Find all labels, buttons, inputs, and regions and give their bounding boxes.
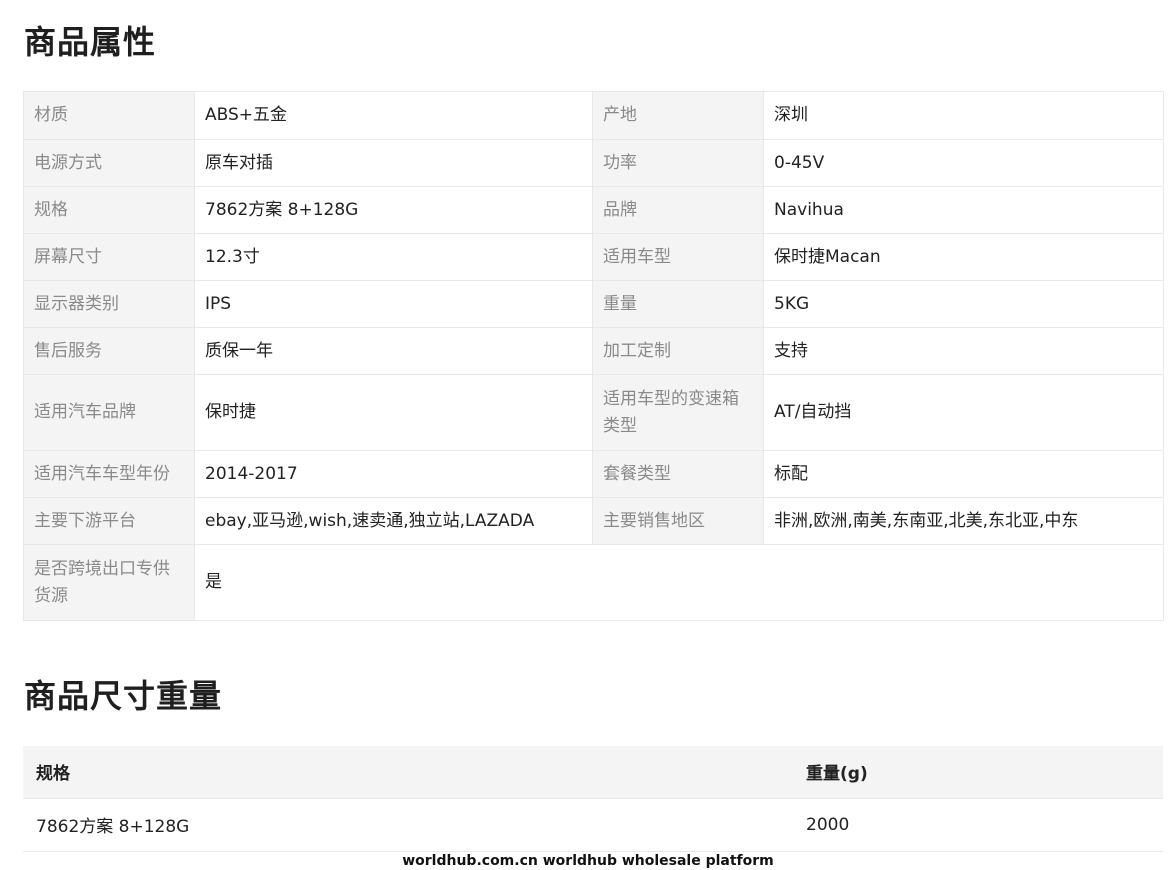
attr-key: 适用汽车车型年份 xyxy=(23,450,195,498)
attr-value: AT/自动挡 xyxy=(763,374,1164,451)
attr-key: 电源方式 xyxy=(23,139,195,187)
attr-key: 材质 xyxy=(23,91,195,140)
attr-value: 5KG xyxy=(763,280,1164,328)
attributes-title: 商品属性 xyxy=(24,23,157,61)
size-weight-table: 规格 重量(g) 7862方案 8+128G 2000 xyxy=(23,746,1163,852)
footer-watermark: worldhub.com.cn worldhub wholesale platf… xyxy=(402,853,774,869)
attr-value: Navihua xyxy=(763,186,1164,234)
attr-key: 规格 xyxy=(23,186,195,234)
attr-value: 保时捷Macan xyxy=(763,233,1164,281)
attr-key: 主要下游平台 xyxy=(23,497,195,545)
attr-value: 原车对插 xyxy=(194,139,593,187)
attr-key: 适用车型 xyxy=(592,233,764,281)
attr-key: 是否跨境出口专供货源 xyxy=(23,544,195,621)
attr-key: 品牌 xyxy=(592,186,764,234)
attr-key: 适用汽车品牌 xyxy=(23,374,195,451)
attr-key: 功率 xyxy=(592,139,764,187)
attr-value: ebay,亚马逊,wish,速卖通,独立站,LAZADA xyxy=(194,497,593,545)
attr-value: 2014-2017 xyxy=(194,450,593,498)
attr-value: 支持 xyxy=(763,327,1164,375)
attr-key: 产地 xyxy=(592,91,764,140)
attr-value: 是 xyxy=(194,544,1164,621)
attr-value: 质保一年 xyxy=(194,327,593,375)
table-row: 规格 7862方案 8+128G 品牌 Navihua xyxy=(23,186,1164,234)
attr-value: 12.3寸 xyxy=(194,233,593,281)
table-row: 售后服务 质保一年 加工定制 支持 xyxy=(23,327,1164,375)
attr-key: 主要销售地区 xyxy=(592,497,764,545)
attr-value: 7862方案 8+128G xyxy=(194,186,593,234)
spec-cell: 7862方案 8+128G xyxy=(23,798,793,852)
attr-key: 适用车型的变速箱类型 xyxy=(592,374,764,451)
attr-key: 加工定制 xyxy=(592,327,764,375)
attr-value: 深圳 xyxy=(763,91,1164,140)
weight-cell: 2000 xyxy=(793,798,1163,852)
column-header-weight: 重量(g) xyxy=(793,746,1163,799)
table-row: 7862方案 8+128G 2000 xyxy=(23,798,1163,852)
attr-key: 售后服务 xyxy=(23,327,195,375)
table-header-row: 规格 重量(g) xyxy=(23,746,1163,799)
table-row: 显示器类别 IPS 重量 5KG xyxy=(23,280,1164,328)
column-header-spec: 规格 xyxy=(23,746,793,799)
attr-value: 0-45V xyxy=(763,139,1164,187)
attr-value: ABS+五金 xyxy=(194,91,593,140)
attr-key: 套餐类型 xyxy=(592,450,764,498)
attr-value: IPS xyxy=(194,280,593,328)
attr-key: 屏幕尺寸 xyxy=(23,233,195,281)
size-weight-title: 商品尺寸重量 xyxy=(24,677,223,715)
table-row: 主要下游平台 ebay,亚马逊,wish,速卖通,独立站,LAZADA 主要销售… xyxy=(23,497,1164,545)
table-row: 屏幕尺寸 12.3寸 适用车型 保时捷Macan xyxy=(23,233,1164,281)
attr-value: 保时捷 xyxy=(194,374,593,451)
attr-key: 重量 xyxy=(592,280,764,328)
table-row: 适用汽车车型年份 2014-2017 套餐类型 标配 xyxy=(23,450,1164,498)
attr-value: 非洲,欧洲,南美,东南亚,北美,东北亚,中东 xyxy=(763,497,1164,545)
attr-value: 标配 xyxy=(763,450,1164,498)
table-row: 适用汽车品牌 保时捷 适用车型的变速箱类型 AT/自动挡 xyxy=(23,374,1164,451)
attributes-table: 材质 ABS+五金 产地 深圳 电源方式 原车对插 功率 0-45V 规格 78… xyxy=(23,91,1164,621)
table-row: 电源方式 原车对插 功率 0-45V xyxy=(23,139,1164,187)
attr-key: 显示器类别 xyxy=(23,280,195,328)
table-row: 材质 ABS+五金 产地 深圳 xyxy=(23,91,1164,140)
table-row: 是否跨境出口专供货源 是 xyxy=(23,544,1164,621)
